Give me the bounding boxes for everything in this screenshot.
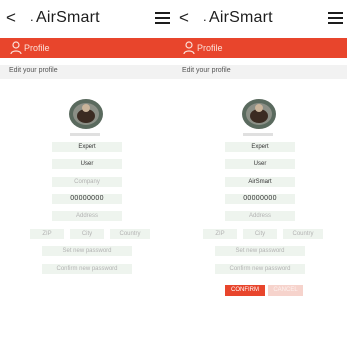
screen-right: < . AirSmart Profile Edit your profile E… bbox=[173, 0, 347, 352]
confirm-button[interactable]: CONFIRM bbox=[225, 285, 265, 296]
edit-profile-header: Edit your profile bbox=[173, 65, 347, 79]
company-field[interactable]: AirSmart bbox=[225, 177, 295, 187]
logo-icon: . bbox=[30, 9, 34, 24]
city-field[interactable]: City bbox=[243, 229, 277, 239]
logo-icon: . bbox=[203, 9, 207, 24]
app-logo: AirSmart bbox=[36, 9, 100, 26]
back-icon[interactable]: < bbox=[6, 8, 16, 28]
new-password-field[interactable]: Set new password bbox=[42, 246, 132, 256]
edit-profile-title: Edit your profile bbox=[182, 67, 231, 74]
address-field[interactable]: Address bbox=[225, 211, 295, 221]
last-name-field[interactable]: User bbox=[52, 159, 122, 169]
phone-field[interactable]: 00000000 bbox=[225, 194, 295, 204]
profile-icon bbox=[183, 41, 195, 55]
top-bar: < . AirSmart bbox=[0, 0, 174, 38]
screen-left: < . AirSmart Profile Edit your profile E… bbox=[0, 0, 174, 352]
avatar-icon[interactable] bbox=[238, 95, 280, 131]
avatar-shadow bbox=[70, 133, 100, 136]
cancel-button[interactable]: CANCEL bbox=[268, 285, 303, 296]
app-screens: < . AirSmart Profile Edit your profile E… bbox=[0, 0, 347, 352]
profile-bar[interactable]: Profile bbox=[173, 38, 347, 58]
app-logo: AirSmart bbox=[209, 9, 273, 26]
country-field[interactable]: Country bbox=[283, 229, 323, 239]
profile-bar-label: Profile bbox=[24, 43, 50, 53]
profile-bar-label: Profile bbox=[197, 43, 223, 53]
country-field[interactable]: Country bbox=[110, 229, 150, 239]
last-name-field[interactable]: User bbox=[225, 159, 295, 169]
company-field[interactable]: Company bbox=[52, 177, 122, 187]
first-name-field[interactable]: Expert bbox=[52, 142, 122, 152]
edit-profile-header: Edit your profile bbox=[0, 65, 174, 79]
new-password-field[interactable]: Set new password bbox=[215, 246, 305, 256]
menu-icon[interactable] bbox=[155, 12, 170, 25]
avatar-icon[interactable] bbox=[65, 95, 107, 131]
zip-field[interactable]: ZIP bbox=[203, 229, 237, 239]
profile-bar[interactable]: Profile bbox=[0, 38, 174, 58]
confirm-password-field[interactable]: Confirm new password bbox=[215, 264, 305, 274]
profile-icon bbox=[10, 41, 22, 55]
confirm-password-field[interactable]: Confirm new password bbox=[42, 264, 132, 274]
phone-field[interactable]: 00000000 bbox=[52, 194, 122, 204]
address-field[interactable]: Address bbox=[52, 211, 122, 221]
avatar-shadow bbox=[243, 133, 273, 136]
city-field[interactable]: City bbox=[70, 229, 104, 239]
top-bar: < . AirSmart bbox=[173, 0, 347, 38]
menu-icon[interactable] bbox=[328, 12, 343, 25]
zip-field[interactable]: ZIP bbox=[30, 229, 64, 239]
edit-profile-title: Edit your profile bbox=[9, 67, 58, 74]
back-icon[interactable]: < bbox=[179, 8, 189, 28]
first-name-field[interactable]: Expert bbox=[225, 142, 295, 152]
